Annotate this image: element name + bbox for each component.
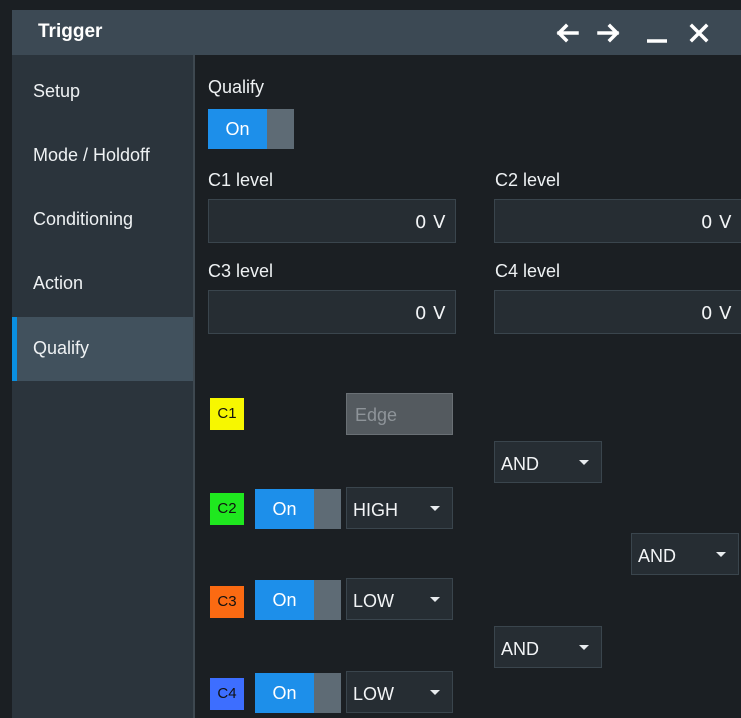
c4-state-value: LOW bbox=[353, 684, 395, 704]
sidebar-item-label: Action bbox=[33, 273, 84, 293]
c2-toggle[interactable]: On bbox=[255, 489, 341, 529]
logic-c3-c4-value: AND bbox=[501, 639, 540, 659]
toggle-knob bbox=[267, 109, 294, 149]
minimize-icon[interactable] bbox=[640, 16, 674, 50]
chevron-down-icon bbox=[430, 690, 440, 695]
sidebar-item-conditioning[interactable]: Conditioning bbox=[12, 188, 193, 252]
channel-c1-badge: C1 bbox=[210, 398, 244, 430]
sidebar-item-label: Mode / Holdoff bbox=[33, 145, 150, 165]
toggle-state-label: On bbox=[208, 109, 267, 149]
c1-edge-field: Edge bbox=[346, 393, 453, 435]
logic-combined-value: AND bbox=[638, 546, 677, 566]
sidebar-item-label: Qualify bbox=[33, 338, 90, 358]
toggle-state-label: On bbox=[255, 673, 314, 713]
c4-level-value: 0 V bbox=[701, 303, 732, 324]
qualify-toggle[interactable]: On bbox=[208, 109, 294, 149]
toggle-knob bbox=[314, 673, 341, 713]
sidebar: Setup Mode / Holdoff Conditioning Action… bbox=[12, 55, 193, 718]
c4-state-dropdown[interactable]: LOW bbox=[346, 671, 453, 713]
c3-level-field[interactable]: 0 V bbox=[208, 290, 456, 334]
c3-state-value: LOW bbox=[353, 591, 395, 611]
sidebar-item-qualify[interactable]: Qualify bbox=[12, 317, 193, 381]
c4-level-field[interactable]: 0 V bbox=[494, 290, 741, 334]
c2-state-dropdown[interactable]: HIGH bbox=[346, 487, 453, 529]
c3-toggle[interactable]: On bbox=[255, 580, 341, 620]
c1-level-field[interactable]: 0 V bbox=[208, 199, 456, 243]
sidebar-item-label: Setup bbox=[33, 81, 81, 101]
c1-edge-label: Edge bbox=[355, 405, 398, 425]
toggle-state-label: On bbox=[255, 489, 314, 529]
c3-level-value: 0 V bbox=[415, 303, 446, 324]
c4-level-label: C4 level bbox=[495, 261, 561, 281]
c3-state-dropdown[interactable]: LOW bbox=[346, 578, 453, 620]
sidebar-item-mode-holdoff[interactable]: Mode / Holdoff bbox=[12, 124, 193, 188]
c4-toggle[interactable]: On bbox=[255, 673, 341, 713]
channel-c4-badge: C4 bbox=[210, 678, 244, 710]
chevron-down-icon bbox=[430, 506, 440, 511]
chevron-down-icon bbox=[579, 460, 589, 465]
logic-c3-c4-dropdown[interactable]: AND bbox=[494, 626, 602, 668]
qualify-label: Qualify bbox=[208, 77, 265, 97]
title-bar: Trigger bbox=[12, 10, 741, 55]
logic-c1-c2-dropdown[interactable]: AND bbox=[494, 441, 602, 483]
qualify-panel: Qualify On C1 level 0 V C2 level 0 V C3 … bbox=[195, 55, 741, 718]
c2-level-label: C2 level bbox=[495, 170, 561, 190]
channel-c2-badge: C2 bbox=[210, 493, 244, 525]
channel-c3-badge: C3 bbox=[210, 586, 244, 618]
toggle-knob bbox=[314, 580, 341, 620]
c1-level-value: 0 V bbox=[415, 212, 446, 233]
toggle-knob bbox=[314, 489, 341, 529]
chevron-down-icon bbox=[430, 597, 440, 602]
sidebar-item-setup[interactable]: Setup bbox=[12, 60, 193, 124]
arrow-right-icon[interactable] bbox=[592, 16, 626, 50]
c2-level-field[interactable]: 0 V bbox=[494, 199, 741, 243]
toggle-state-label: On bbox=[255, 580, 314, 620]
c3-level-label: C3 level bbox=[208, 261, 274, 281]
logic-combined-dropdown[interactable]: AND bbox=[631, 533, 739, 575]
arrow-left-icon[interactable] bbox=[550, 16, 584, 50]
chevron-down-icon bbox=[579, 645, 589, 650]
sidebar-item-action[interactable]: Action bbox=[12, 252, 193, 316]
close-icon[interactable] bbox=[682, 16, 716, 50]
window-title: Trigger bbox=[38, 21, 103, 42]
c2-level-value: 0 V bbox=[701, 212, 732, 233]
c2-state-value: HIGH bbox=[353, 500, 398, 520]
c1-level-label: C1 level bbox=[208, 170, 274, 190]
chevron-down-icon bbox=[716, 552, 726, 557]
logic-c1-c2-value: AND bbox=[501, 454, 540, 474]
sidebar-item-label: Conditioning bbox=[33, 209, 134, 229]
